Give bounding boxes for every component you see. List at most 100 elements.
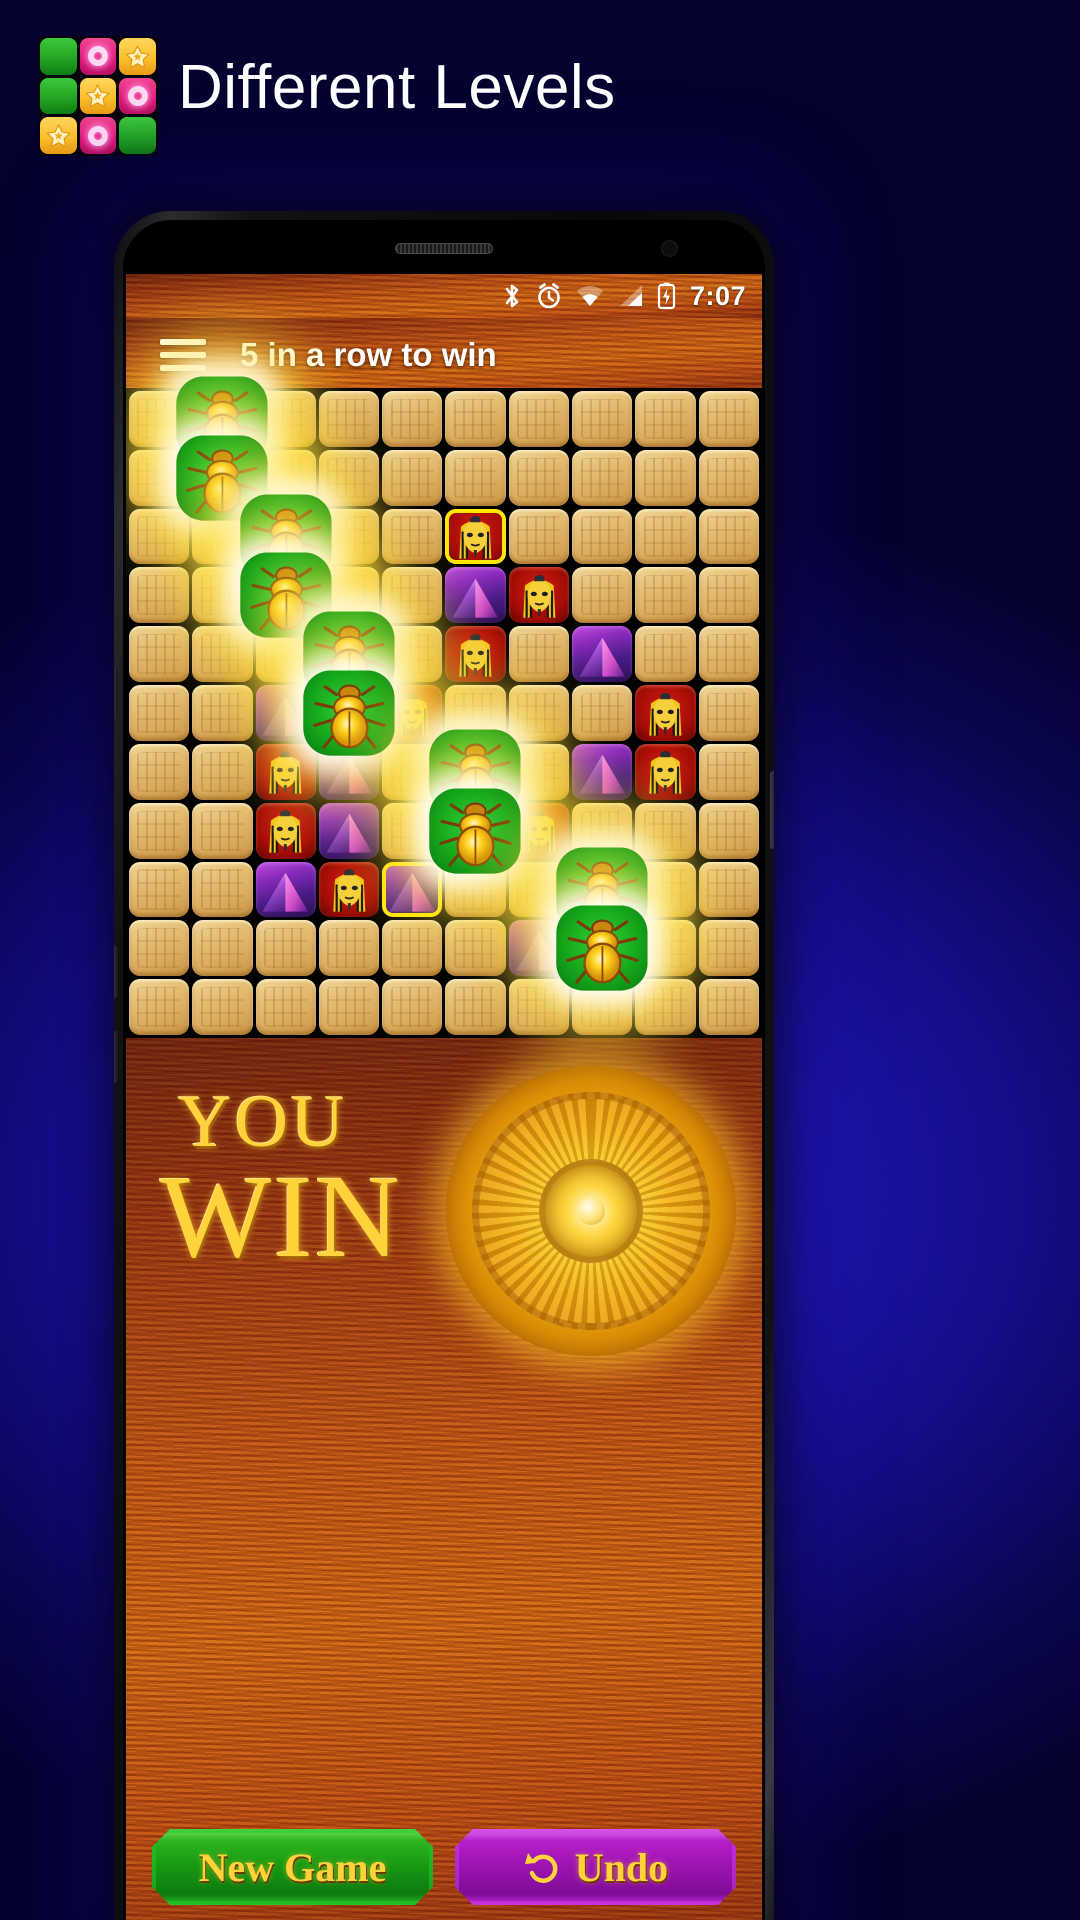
board-cell-sand[interactable] [698,685,759,741]
board-cell-sand[interactable] [382,567,443,624]
board-cell-sand[interactable] [698,391,759,447]
board-cell-sand[interactable] [635,391,696,447]
board-cell-pharaoh[interactable] [318,861,380,918]
board-cell-sand[interactable] [382,449,443,506]
board-cell-sand[interactable] [635,979,696,1035]
board-cell-sand[interactable] [255,920,316,977]
board-cell-sand[interactable] [698,979,759,1035]
board-cell-sand[interactable] [508,449,570,506]
board-cell-sand[interactable] [572,567,633,624]
board-cell-sand[interactable] [698,802,759,859]
board-cell-pharaoh[interactable] [635,685,696,741]
board-cell-sand[interactable] [129,567,190,624]
board-cell-sand[interactable] [255,979,316,1035]
board-cell-sand[interactable] [572,391,633,447]
star-icon [125,45,150,68]
board-cell-pyramid[interactable] [318,802,380,859]
game-board[interactable] [126,376,762,1038]
board-cell-sand[interactable] [382,979,443,1035]
board-cell-pyramid[interactable] [572,626,633,683]
pharaoh-mask-icon [459,516,492,559]
new-game-button[interactable]: New Game [152,1829,433,1905]
pyramid-icon [326,813,372,853]
board-cell-sand[interactable] [192,685,253,741]
volume-up-button[interactable] [114,666,118,718]
board-cell-sand[interactable] [192,920,253,977]
board-cell-sand[interactable] [192,861,253,918]
board-cell-sand[interactable] [445,979,506,1035]
board-cell-sand[interactable] [508,979,570,1035]
board-cell-scarab[interactable] [429,788,522,874]
board-cell-sand[interactable] [635,626,696,683]
board-cell-sand[interactable] [318,920,380,977]
board-cell-sand[interactable] [698,920,759,977]
board-cell-sand[interactable] [129,861,190,918]
board-cell-sand[interactable] [129,685,190,741]
board-cell-sand[interactable] [192,979,253,1035]
undo-arrow-icon [523,1847,563,1887]
promo-header: Different Levels [0,0,1080,190]
board-cell-sand[interactable] [318,979,380,1035]
earpiece-speaker [395,243,493,254]
board-cell-sand[interactable] [698,449,759,506]
board-cell-sand[interactable] [508,508,570,565]
undo-button[interactable]: Undo [455,1829,736,1905]
phone-screen: 7:07 5 in a row to win YOU WIN New Game … [126,274,762,1920]
pharaoh-mask-icon [332,868,366,912]
board-cell-sand[interactable] [192,626,253,683]
board-cell-sand[interactable] [192,743,253,800]
board-cell-pyramid[interactable] [572,743,633,800]
board-cell-sand[interactable] [635,567,696,624]
board-cell-sand[interactable] [698,861,759,918]
board-cell-pharaoh[interactable] [635,743,696,800]
board-cell-pharaoh[interactable] [508,567,570,624]
board-cell-pharaoh[interactable] [445,508,506,565]
board-cell-sand[interactable] [698,626,759,683]
board-cell-sand[interactable] [445,391,506,447]
volume-down-button[interactable] [114,946,118,998]
board-cell-sand[interactable] [382,920,443,977]
board-cell-sand[interactable] [318,391,380,447]
board-cell-pyramid[interactable] [445,567,506,624]
board-cell-sand[interactable] [382,391,443,447]
board-cell-sand[interactable] [382,508,443,565]
pharaoh-mask-icon [649,692,682,736]
assistant-button[interactable] [114,1031,118,1083]
board-cell-scarab[interactable] [303,670,395,756]
app-icon-tile-gold-star [79,77,117,115]
board-cell-pharaoh[interactable] [255,743,316,800]
board-cell-sand[interactable] [445,920,506,977]
board-cell-sand[interactable] [572,508,633,565]
board-cell-sand[interactable] [129,920,190,977]
board-cell-sand[interactable] [508,391,570,447]
board-cell-sand[interactable] [698,567,759,624]
hamburger-menu-icon[interactable] [148,339,218,371]
board-cell-pharaoh[interactable] [255,802,316,859]
board-cell-sand[interactable] [445,449,506,506]
board-cell-sand[interactable] [572,685,633,741]
you-win-line2: WIN [160,1150,402,1282]
board-cell-sand[interactable] [129,802,190,859]
board-cell-sand[interactable] [698,743,759,800]
board-cell-scarab[interactable] [556,905,649,991]
alarm-icon [538,283,560,309]
power-button[interactable] [770,771,774,849]
board-cell-pyramid[interactable] [382,861,443,918]
pyramid-icon [389,872,436,912]
board-cell-pyramid[interactable] [255,861,316,918]
board-cell-sand[interactable] [635,802,696,859]
board-cell-sand[interactable] [635,449,696,506]
board-cell-sand[interactable] [129,626,190,683]
board-cell-sand[interactable] [318,449,380,506]
board-cell-sand[interactable] [129,743,190,800]
signal-icon [619,285,642,306]
board-cell-pharaoh[interactable] [445,626,506,683]
board-cell-sand[interactable] [635,508,696,565]
board-cell-sand[interactable] [508,685,570,741]
board-cell-sand[interactable] [192,802,253,859]
board-cell-sand[interactable] [572,449,633,506]
board-cell-sand[interactable] [698,508,759,565]
board-cell-sand[interactable] [129,508,190,565]
board-cell-sand[interactable] [508,626,570,683]
board-cell-sand[interactable] [129,979,190,1035]
